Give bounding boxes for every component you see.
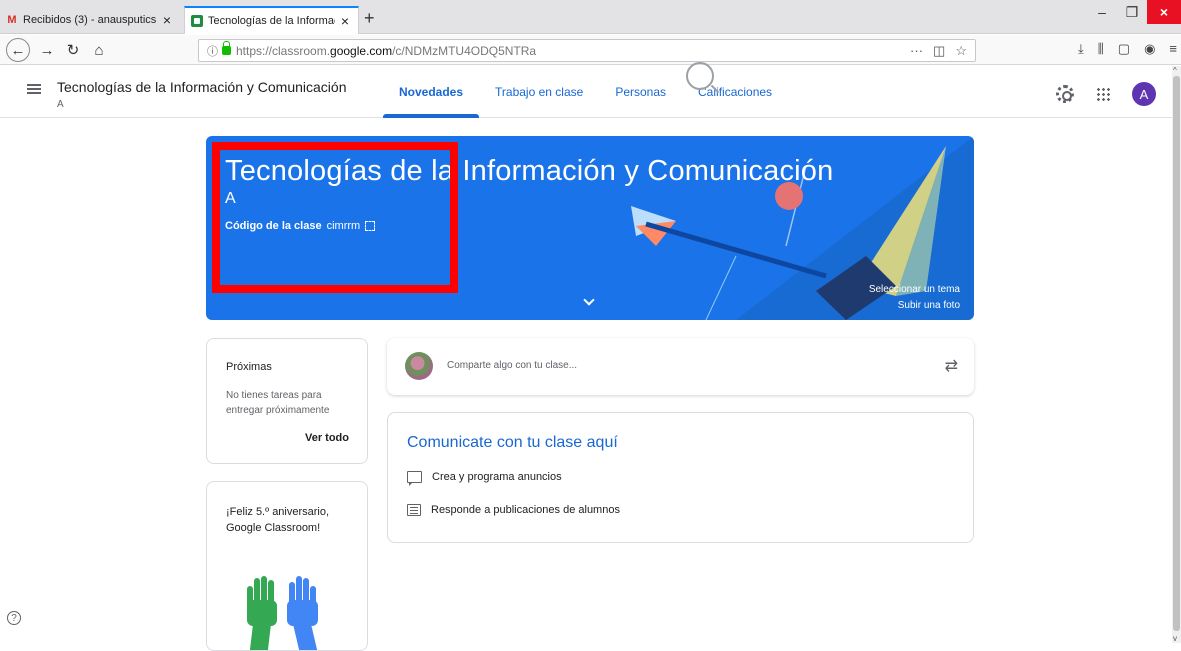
scrollbar-thumb[interactable] (1173, 76, 1180, 631)
url-domain: google.com (330, 43, 393, 58)
avatar[interactable]: A (1132, 82, 1156, 106)
select-theme-link[interactable]: Seleccionar un tema (869, 282, 960, 298)
share-box[interactable]: Comparte algo con tu clase... ⇄ (387, 338, 974, 395)
google-apps-icon[interactable] (1096, 87, 1110, 101)
gmail-icon: M (7, 14, 17, 26)
minimize-icon[interactable]: – (1087, 0, 1117, 24)
anniversary-card: ¡Feliz 5.º aniversario, Google Classroom… (206, 481, 368, 651)
browser-tab-gmail[interactable]: M Recibidos (3) - anausputics@g × (0, 6, 180, 34)
url-prefix: https://classroom. (236, 43, 331, 58)
info-icon[interactable]: ⓘ (207, 43, 218, 59)
url-path: /c/NDMzMTU4ODQ5NTRa (392, 43, 537, 58)
stream-card: Comunicate con tu clase aquí Crea y prog… (387, 412, 974, 543)
browser-tab-bar: M Recibidos (3) - anausputics@g × Tecnol… (0, 0, 1181, 34)
sidebar-icon[interactable]: ▢ (1118, 41, 1130, 57)
tab-novedades[interactable]: Novedades (383, 66, 480, 118)
upload-photo-link[interactable]: Subir una foto (869, 298, 960, 314)
bookmark-star-icon[interactable]: ☆ (955, 43, 967, 59)
extension-icon[interactable]: ◉ (1144, 41, 1155, 57)
magnifier-cursor-icon (686, 62, 714, 90)
back-icon[interactable]: ← (6, 38, 30, 62)
close-window-icon[interactable]: × (1147, 0, 1181, 24)
help-icon[interactable]: ? (7, 611, 21, 625)
tab-personas[interactable]: Personas (599, 66, 682, 118)
browser-nav-bar: ← → ↻ ⌂ ⓘ https://classroom. google.com/c… (0, 35, 1181, 65)
highlight-box (212, 142, 458, 293)
high-five-hands-icon (247, 576, 318, 650)
browser-tab-classroom[interactable]: Tecnologías de la Información × (184, 6, 359, 34)
upcoming-card: Próximas No tienes tareas para entregar … (206, 338, 368, 464)
class-name[interactable]: Tecnologías de la Información y Comunica… (57, 79, 347, 95)
window-controls: – ❐ × (1087, 0, 1181, 24)
scroll-down-icon[interactable]: v (1173, 634, 1177, 643)
stream-item-label: Responde a publicaciones de alumnos (431, 504, 620, 516)
settings-gear-icon[interactable] (1056, 85, 1074, 103)
home-icon[interactable]: ⌂ (88, 39, 110, 61)
view-all-link[interactable]: Ver todo (305, 432, 349, 444)
announcement-icon (407, 471, 422, 486)
tab-title: Recibidos (3) - anausputics@g (23, 14, 157, 26)
tab-title: Tecnologías de la Información (208, 15, 335, 27)
forward-icon[interactable]: → (36, 39, 58, 61)
stream-heading: Comunicate con tu clase aquí (407, 434, 618, 451)
repost-icon[interactable]: ⇄ (945, 356, 958, 376)
class-tabs: Novedades Trabajo en clase Personas Cali… (383, 66, 788, 118)
url-bar[interactable]: ⓘ https://classroom. google.com/c/NDMzMTU… (198, 39, 976, 62)
new-tab-button[interactable]: + (364, 8, 375, 29)
post-list-icon (407, 504, 421, 516)
download-icon[interactable]: ⤓ (1078, 41, 1084, 57)
library-icon[interactable]: ⫼ (1098, 41, 1104, 57)
upcoming-text: No tienes tareas para entregar próximame… (226, 390, 330, 416)
browser-toolbar-right: ⤓ ⫼ ▢ ◉ ≡ (1078, 41, 1177, 57)
stream-item: Responde a publicaciones de alumnos (407, 504, 620, 516)
classroom-header: Tecnologías de la Información y Comunica… (0, 66, 1172, 118)
scroll-up-icon[interactable]: ^ (1173, 66, 1177, 75)
browser-menu-icon[interactable]: ≡ (1169, 41, 1177, 57)
classroom-icon (191, 15, 203, 27)
stream-item-label: Crea y programa anuncios (432, 471, 562, 483)
class-section: A (57, 99, 64, 110)
tab-trabajo-en-clase[interactable]: Trabajo en clase (479, 66, 599, 118)
close-tab-icon[interactable]: × (160, 12, 174, 28)
anniversary-heading: ¡Feliz 5.º aniversario, Google Classroom… (226, 506, 330, 534)
share-input[interactable]: Comparte algo con tu clase... (447, 360, 577, 371)
close-tab-icon[interactable]: × (338, 13, 352, 29)
page-actions-icon[interactable]: ··· (910, 43, 923, 59)
restore-icon[interactable]: ❐ (1117, 0, 1147, 24)
stream-item: Crea y programa anuncios (407, 471, 562, 486)
pocket-icon[interactable]: ◫ (933, 43, 945, 59)
hamburger-menu-icon[interactable] (27, 84, 41, 94)
user-avatar (405, 352, 433, 380)
lock-icon (222, 41, 231, 55)
reload-icon[interactable]: ↻ (62, 39, 84, 61)
scrollbar[interactable]: ^ v (1172, 66, 1181, 643)
upcoming-heading: Próximas (226, 361, 272, 373)
